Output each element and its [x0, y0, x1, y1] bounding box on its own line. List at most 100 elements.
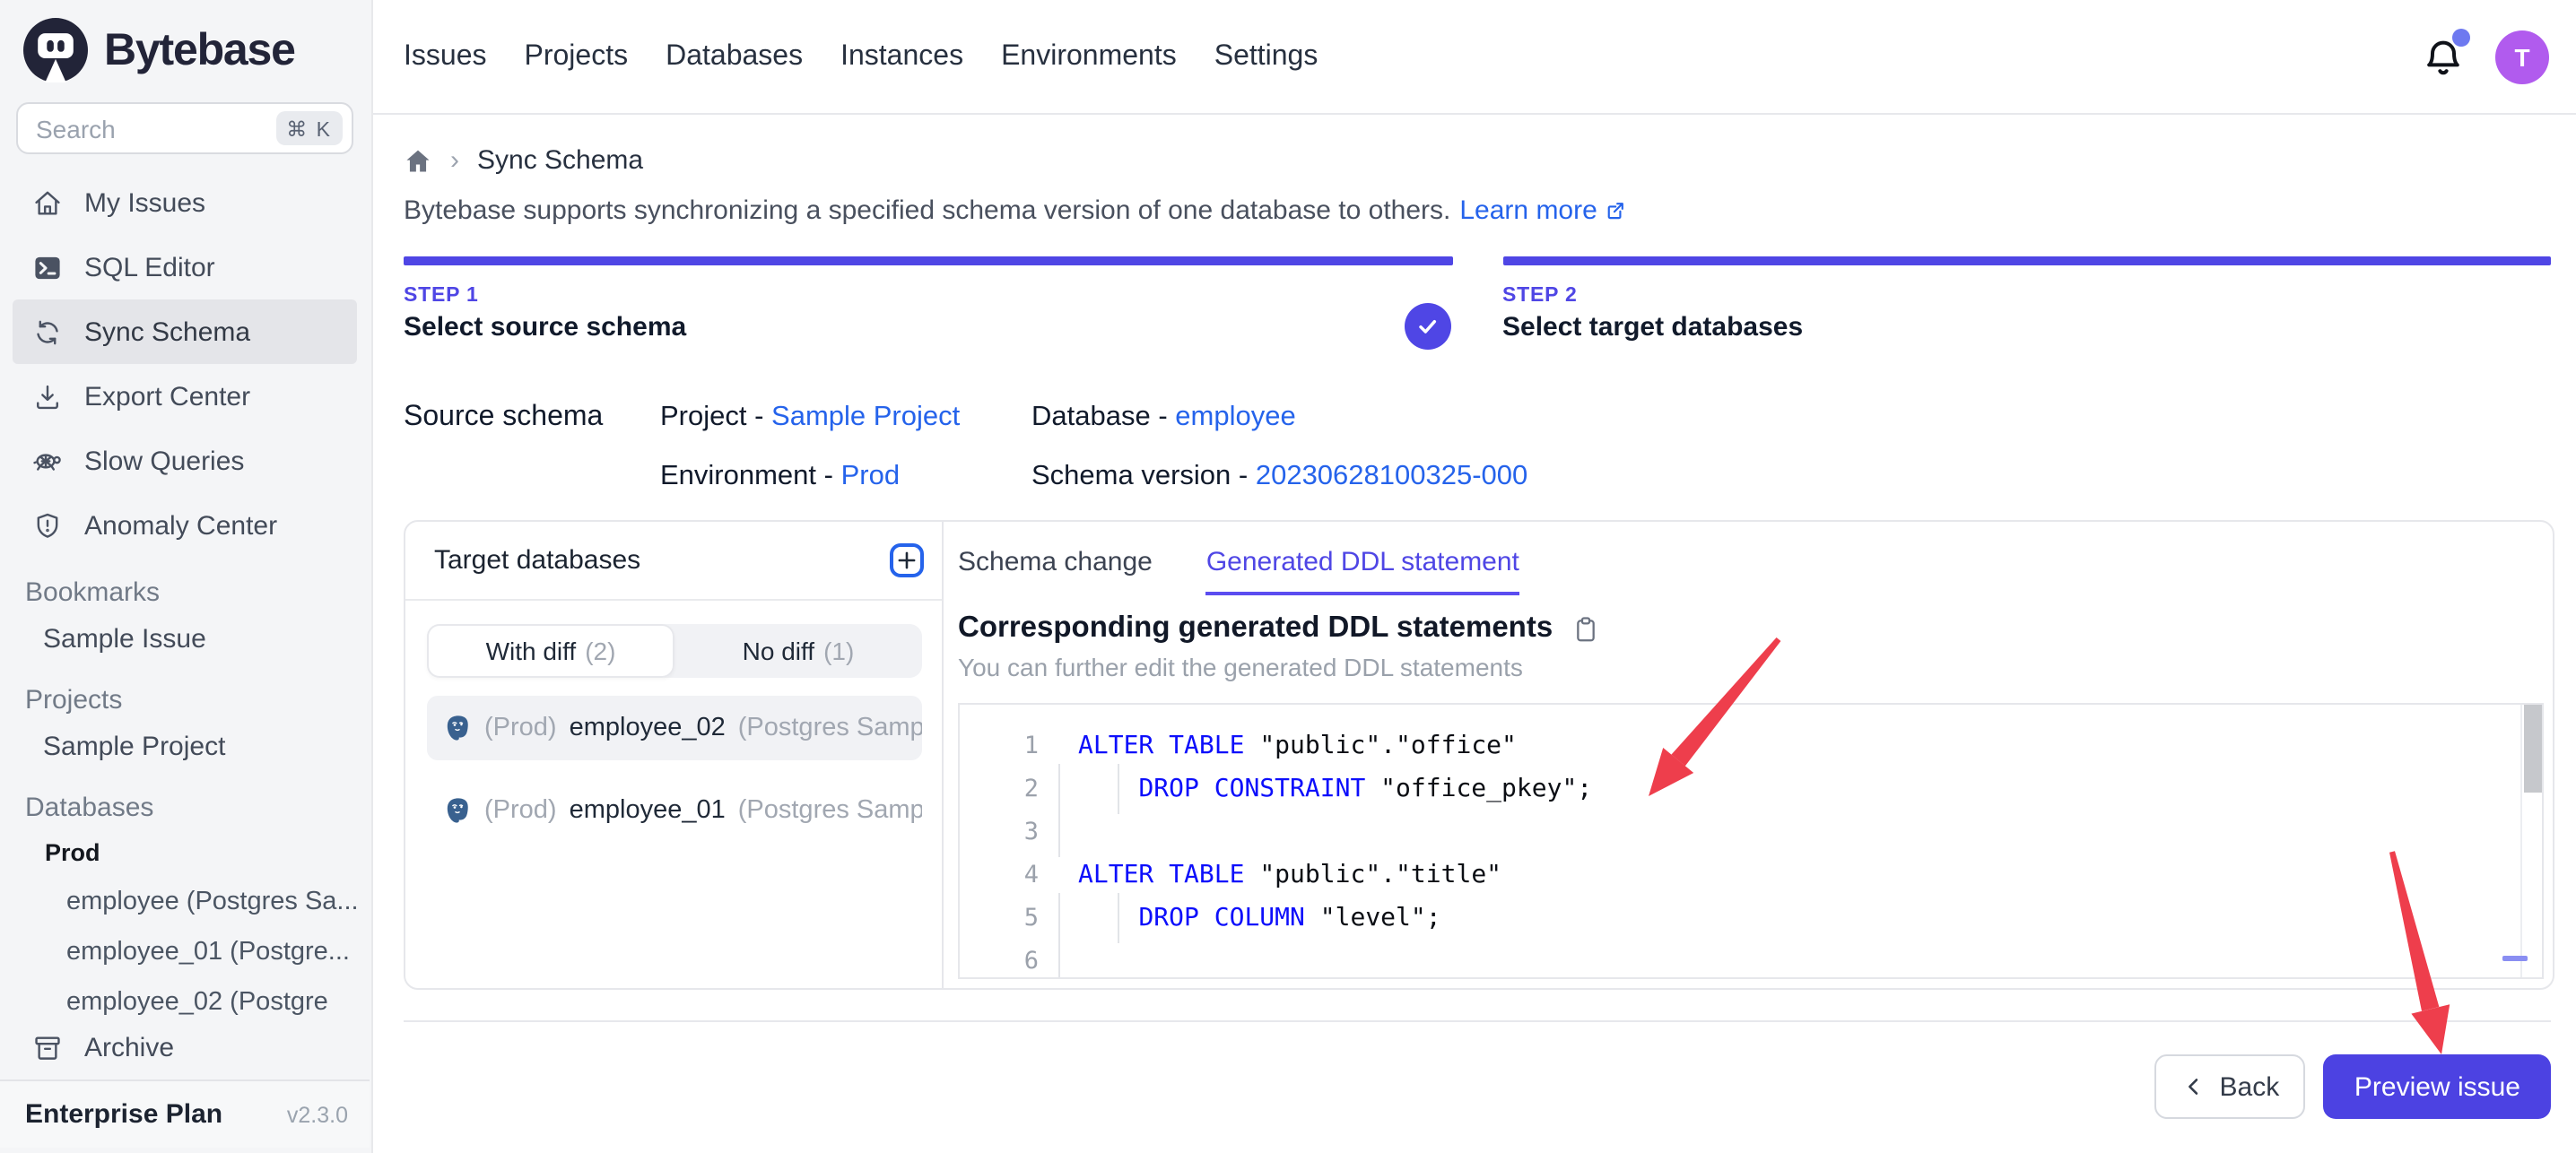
code-line-6[interactable]: 6 — [960, 940, 2542, 979]
home-icon — [32, 187, 63, 218]
field-value-link[interactable]: Sample Project — [771, 401, 960, 431]
sidebar-item-prod[interactable]: Prod — [0, 830, 370, 877]
sidebar-item-slow-queries[interactable]: Slow Queries — [13, 429, 357, 493]
line-number: 6 — [960, 940, 1055, 979]
field-value-link[interactable]: employee — [1175, 401, 1295, 431]
tab-label: With diff — [486, 637, 577, 665]
code-line-1[interactable]: 1ALTER TABLE "public"."office" — [960, 724, 2542, 767]
bytebase-logo-icon — [23, 18, 88, 82]
sidebar-item-archive[interactable]: Archive — [0, 1019, 370, 1076]
sidebar-item-employee-02-postgre[interactable]: employee_02 (Postgre — [0, 977, 370, 1019]
plan-row[interactable]: Enterprise Plan v2.3.0 — [0, 1079, 370, 1148]
archive-icon — [32, 1032, 63, 1062]
editor-scrollbar[interactable] — [2520, 705, 2542, 977]
search-input[interactable]: Search ⌘ K — [16, 102, 353, 154]
sidebar-item-my-issues[interactable]: My Issues — [13, 170, 357, 235]
preview-issue-button[interactable]: Preview issue — [2324, 1054, 2551, 1119]
learn-more-link[interactable]: Learn more — [1459, 195, 1627, 226]
ddl-heading: Corresponding generated DDL statements — [958, 611, 1553, 646]
brand-name: Bytebase — [104, 24, 295, 76]
step-label: STEP 1 — [404, 284, 1452, 306]
ddl-tabs: Schema change Generated DDL statement — [958, 547, 2553, 595]
avatar[interactable]: T — [2495, 30, 2549, 83]
db-name: employee_01 — [570, 796, 726, 825]
footer-actions: Back Preview issue — [2155, 1054, 2551, 1119]
source-field-schema-version: Schema version - 20230628100325-000 — [1031, 460, 1527, 492]
nav-settings[interactable]: Settings — [1214, 40, 1318, 73]
sql-keyword: ALTER TABLE — [1078, 861, 1259, 889]
code-line-4[interactable]: 4ALTER TABLE "public"."title" — [960, 854, 2542, 897]
field-value-link[interactable]: Prod — [841, 460, 901, 490]
tab-schema-change[interactable]: Schema change — [958, 547, 1153, 592]
back-button[interactable]: Back — [2155, 1054, 2306, 1119]
footer-divider — [404, 1020, 2551, 1022]
source-field-environment: Environment - Prod — [660, 460, 1031, 492]
db-name: employee_02 — [570, 714, 726, 742]
plus-icon — [895, 549, 918, 572]
top-nav: Issues Projects Databases Instances Environm… — [404, 40, 1318, 73]
code-line-5[interactable]: 5 DROP COLUMN "level"; — [960, 897, 2542, 940]
db-environment: (Prod) — [484, 714, 557, 742]
target-db-employee_02[interactable]: (Prod)employee_02(Postgres Samp... — [427, 696, 922, 760]
sidebar-item-export-center[interactable]: Export Center — [13, 364, 357, 429]
sidebar-sections: BookmarksSample IssueProjectsSample Proj… — [0, 568, 370, 1019]
step-title: Select target databases — [1502, 311, 2551, 342]
topbar-right: T — [2422, 30, 2549, 83]
field-name: Project - — [660, 401, 771, 431]
target-db-employee_01[interactable]: (Prod)employee_01(Postgres Sampl... — [427, 778, 922, 843]
tab-count: (2) — [585, 637, 615, 665]
diff-filter-tabs: With diff (2) No diff(1) — [427, 624, 922, 678]
step-label: STEP 2 — [1502, 284, 2551, 306]
sidebar-item-label: Sync Schema — [84, 316, 250, 347]
ddl-subtext: You can further edit the generated DDL s… — [958, 653, 2553, 681]
sidebar-item-sync-schema[interactable]: Sync Schema — [13, 299, 357, 364]
home-icon[interactable] — [404, 146, 432, 175]
sidebar-item-sample-project[interactable]: Sample Project — [0, 723, 370, 773]
sidebar-item-sql-editor[interactable]: SQL Editor — [13, 235, 357, 299]
tab-with-diff[interactable]: With diff (2) — [427, 624, 674, 678]
nav-environments[interactable]: Environments — [1001, 40, 1177, 73]
code-line-3[interactable]: 3 — [960, 811, 2542, 854]
nav-issues[interactable]: Issues — [404, 40, 487, 73]
db-environment: (Prod) — [484, 796, 557, 825]
nav-instances[interactable]: Instances — [840, 40, 963, 73]
ddl-code-editor[interactable]: 1ALTER TABLE "public"."office"2 DROP CON… — [958, 703, 2544, 979]
target-databases-header: Target databases — [405, 522, 942, 601]
learn-more-label: Learn more — [1459, 195, 1597, 226]
sidebar-scroll[interactable]: Bytebase Search ⌘ K My IssuesSQL Editor S… — [0, 0, 370, 1019]
sidebar-item-employee-postgres-sa[interactable]: employee (Postgres Sa... — [0, 877, 370, 927]
indent-guide — [1058, 936, 1060, 979]
bytebase-app: Bytebase Search ⌘ K My IssuesSQL Editor S… — [0, 0, 2576, 1153]
editor-hscroll-indicator — [2502, 955, 2528, 961]
preview-issue-label: Preview issue — [2354, 1071, 2520, 1102]
sync-panel-card: Target databases With diff (2) No diff(1) … — [404, 520, 2554, 990]
tab-generated-ddl-statement[interactable]: Generated DDL statement — [1206, 547, 1519, 595]
add-target-database-button[interactable] — [890, 543, 924, 577]
target-database-list: (Prod)employee_02(Postgres Samp...(Prod)… — [427, 696, 922, 843]
tab-no-diff[interactable]: No diff(1) — [674, 624, 922, 678]
step-step-1[interactable]: STEP 1Select source schema — [404, 256, 1452, 342]
line-number: 2 — [960, 767, 1055, 811]
sidebar-item-employee-01-postgre[interactable]: employee_01 (Postgre... — [0, 927, 370, 977]
notifications-button[interactable] — [2422, 35, 2465, 78]
sidebar-item-sample-issue[interactable]: Sample Issue — [0, 615, 370, 665]
step-step-2[interactable]: STEP 2 Select target databases — [1502, 256, 2551, 342]
sql-text: "office_pkey"; — [1380, 775, 1592, 803]
target-databases-body: With diff (2) No diff(1) (Prod) employee_02… — [405, 601, 942, 843]
editor-scrollbar-thumb[interactable] — [2524, 705, 2542, 793]
copy-icon[interactable] — [1571, 614, 1599, 643]
brand-logo[interactable]: Bytebase — [0, 0, 370, 86]
nav-databases[interactable]: Databases — [666, 40, 803, 73]
shield-icon — [32, 510, 63, 541]
search-shortcut-badge: ⌘ K — [275, 111, 343, 145]
page-description: Bytebase supports synchronizing a specif… — [404, 195, 1628, 226]
sidebar-section-title: Projects — [0, 676, 370, 723]
nav-projects[interactable]: Projects — [525, 40, 629, 73]
sidebar-item-anomaly-center[interactable]: Anomaly Center — [13, 493, 357, 558]
field-name: Database - — [1031, 401, 1175, 431]
target-databases-title: Target databases — [434, 545, 640, 576]
sql-keyword: DROP COLUMN — [1138, 904, 1319, 932]
code-line-2[interactable]: 2 DROP CONSTRAINT "office_pkey"; — [960, 767, 2542, 811]
field-value-link[interactable]: 20230628100325-000 — [1256, 460, 1527, 490]
indent-guide — [1058, 807, 1060, 857]
